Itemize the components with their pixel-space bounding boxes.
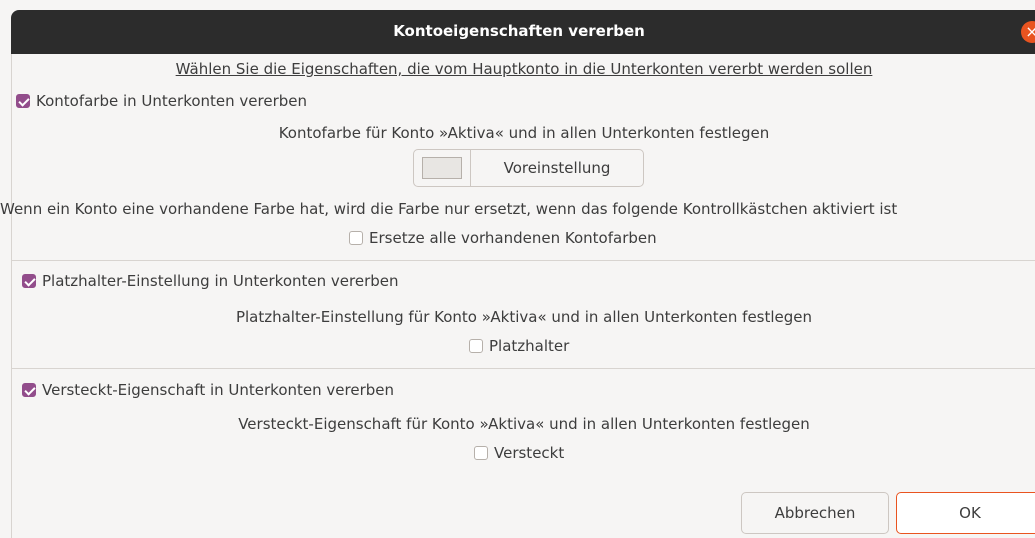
dialog-title: Kontoeigenschaften vererben <box>393 22 645 40</box>
instruction-heading: Wählen Sie die Eigenschaften, die vom Ha… <box>175 60 873 78</box>
replace-colors-label: Ersetze alle vorhandenen Kontofarben <box>369 229 657 247</box>
inherit-placeholder-checkbox[interactable]: Platzhalter-Einstellung in Unterkonten v… <box>22 272 399 290</box>
hidden-option-check-icon <box>474 446 488 460</box>
placeholder-option-checkbox[interactable]: Platzhalter <box>469 337 569 355</box>
dialog-window: Kontoeigenschaften vererben × Wählen Sie… <box>0 0 1035 538</box>
replace-colors-checkbox[interactable]: Ersetze alle vorhandenen Kontofarben <box>349 229 657 247</box>
inherit-hidden-checkbox[interactable]: Versteckt-Eigenschaft in Unterkonten ver… <box>22 381 394 399</box>
color-note: Wenn ein Konto eine vorhandene Farbe hat… <box>0 200 898 218</box>
inherit-placeholder-check-icon <box>22 274 36 288</box>
hidden-option-label: Versteckt <box>494 444 565 462</box>
inherit-color-checkbox[interactable]: Kontofarbe in Unterkonten vererben <box>16 92 307 110</box>
color-description: Kontofarbe für Konto »Aktiva« und in all… <box>278 124 770 142</box>
placeholder-option-check-icon <box>469 339 483 353</box>
separator <box>12 260 1035 261</box>
hidden-option-checkbox[interactable]: Versteckt <box>474 444 564 462</box>
inherit-color-label: Kontofarbe in Unterkonten vererben <box>36 92 308 110</box>
dialog-content: Wählen Sie die Eigenschaften, die vom Ha… <box>0 54 1035 538</box>
ok-button[interactable]: OK <box>896 492 1035 534</box>
color-swatch <box>422 157 462 179</box>
color-picker-button[interactable] <box>413 149 471 187</box>
close-icon: × <box>1025 22 1035 41</box>
separator <box>12 368 1035 369</box>
titlebar[interactable]: Kontoeigenschaften vererben × <box>11 10 1035 54</box>
default-color-button[interactable]: Voreinstellung <box>470 149 644 187</box>
inherit-hidden-check-icon <box>22 383 36 397</box>
placeholder-description: Platzhalter-Einstellung für Konto »Aktiv… <box>235 308 813 326</box>
inherit-color-check-icon <box>16 94 30 108</box>
hidden-description: Versteckt-Eigenschaft für Konto »Aktiva«… <box>238 415 810 433</box>
placeholder-option-label: Platzhalter <box>489 337 570 355</box>
inherit-placeholder-label: Platzhalter-Einstellung in Unterkonten v… <box>42 272 399 290</box>
inherit-hidden-label: Versteckt-Eigenschaft in Unterkonten ver… <box>42 381 394 399</box>
cancel-button[interactable]: Abbrechen <box>741 492 889 534</box>
replace-colors-check-icon <box>349 231 363 245</box>
